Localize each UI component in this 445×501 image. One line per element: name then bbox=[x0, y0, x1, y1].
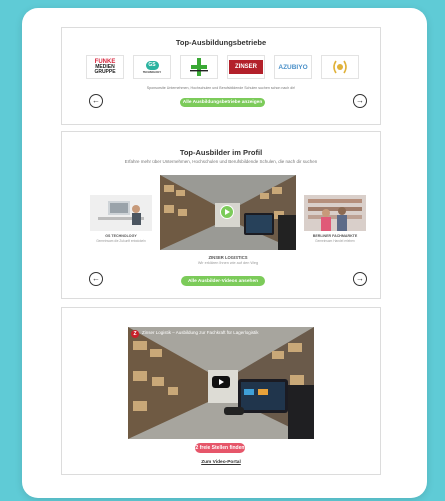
section-top-ausbilder: Top-Ausbilder im Profil Erfahre mehr übe… bbox=[61, 131, 381, 299]
play-icon bbox=[225, 209, 230, 215]
shop-scene-image bbox=[304, 195, 366, 231]
logo-zinser-text: ZINSER bbox=[229, 60, 263, 74]
section-subtitle: Erfahre mehr über Unternehmen, Hochschul… bbox=[124, 159, 318, 164]
logo-zinser[interactable]: ZINSER bbox=[227, 55, 265, 79]
video-player[interactable]: Z Zinser Logistik – Ausbildung zur Fachk… bbox=[128, 327, 314, 439]
card-name: GS TECHNOLOGY bbox=[105, 234, 137, 238]
section-title: Top-Ausbildungsbetriebe bbox=[175, 38, 267, 47]
thumbnail-zinser-logistics[interactable] bbox=[160, 175, 296, 250]
logo-funke[interactable]: FUNKE MEDIEN GRUPPE bbox=[86, 55, 124, 79]
arrow-right-icon: → bbox=[356, 96, 364, 105]
logo-funke-line3: GRUPPE bbox=[94, 69, 116, 75]
thumbnail-berliner[interactable] bbox=[304, 195, 366, 231]
video-portal-link[interactable]: Zum Video-Portal bbox=[62, 460, 380, 465]
office-scene-image bbox=[90, 195, 152, 231]
channel-logo-icon: Z bbox=[131, 330, 139, 338]
carousel-next-button[interactable]: → bbox=[353, 94, 367, 108]
card-caption: Gemeinsam Handel erleben bbox=[315, 239, 355, 243]
logo-award[interactable] bbox=[321, 55, 359, 79]
sponsor-text: Sponsorsite Unternehmen, Hochschulen und… bbox=[146, 86, 296, 90]
arrow-left-icon: ← bbox=[92, 96, 100, 105]
logo-gs-badge: GS bbox=[145, 60, 159, 70]
thumbnail-gs-technology[interactable] bbox=[90, 195, 152, 231]
logo-gs-technology[interactable]: GS TECHNOLOGY bbox=[133, 55, 171, 79]
logo-green[interactable] bbox=[180, 55, 218, 79]
free-positions-button[interactable]: 2 freie Stellen finden bbox=[195, 443, 245, 453]
section-title: Top-Ausbilder im Profil bbox=[179, 148, 263, 157]
card-caption: Gemeinsam die Zukunft entwickeln bbox=[96, 239, 146, 243]
logo-gs-text: TECHNOLOGY bbox=[142, 70, 162, 74]
play-icon bbox=[219, 379, 224, 385]
all-ausbildungsbetriebe-button[interactable]: Alle Ausbildungsbetriebe anzeigen bbox=[180, 98, 265, 107]
card-caption: Wir erklären Ihnen wie auf den Weg bbox=[197, 261, 259, 265]
green-logo-icon bbox=[190, 58, 208, 76]
card-name: BERLINER FACHMARKTE bbox=[312, 234, 358, 238]
carousel-next-button[interactable]: → bbox=[353, 272, 367, 286]
carousel-prev-button[interactable]: ← bbox=[89, 94, 103, 108]
video-title[interactable]: Zinser Logistik – Ausbildung zur Fachkra… bbox=[142, 330, 307, 335]
arrow-right-icon: → bbox=[356, 274, 364, 283]
play-button[interactable] bbox=[220, 205, 234, 219]
section-video: Z Zinser Logistik – Ausbildung zur Fachk… bbox=[61, 307, 381, 475]
arrow-left-icon: ← bbox=[92, 274, 100, 283]
logo-azubiyo[interactable]: AZUBIYO bbox=[274, 55, 312, 79]
card-name: ZINSER LOGISTICS bbox=[208, 255, 248, 260]
award-laurel-icon bbox=[333, 60, 347, 74]
all-ausbilder-videos-button[interactable]: Alle Ausbilder-Videos ansehen bbox=[181, 276, 265, 286]
section-top-ausbildungsbetriebe: Top-Ausbildungsbetriebe FUNKE MEDIEN GRU… bbox=[61, 27, 381, 125]
logo-azubiyo-text: AZUBIYO bbox=[278, 63, 308, 71]
video-play-button[interactable] bbox=[212, 376, 230, 388]
carousel-prev-button[interactable]: ← bbox=[89, 272, 103, 286]
